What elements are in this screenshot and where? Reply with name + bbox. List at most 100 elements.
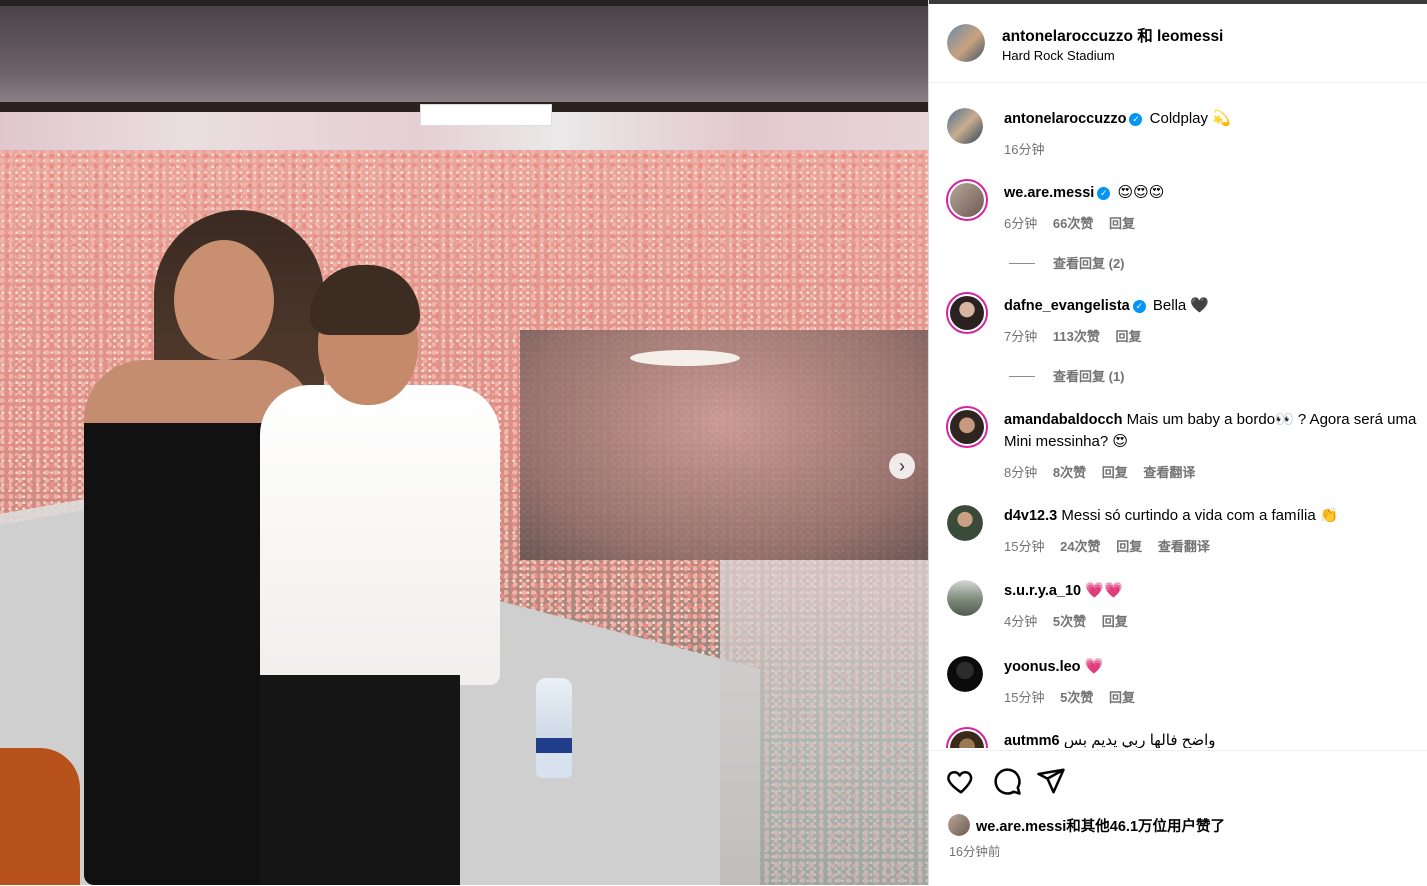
comment-meta: 7分钟 113次赞 回复 <box>1004 326 1153 345</box>
likes-rest[interactable]: 和其他46.1万位用户赞了 <box>1066 819 1225 835</box>
comments-list[interactable]: antonelaroccuzzo ✓ Coldplay 💫 16分钟 we.are… <box>929 82 1427 748</box>
view-replies-button[interactable]: 查看回复 (1) <box>1009 366 1125 385</box>
chevron-right-icon[interactable]: › <box>889 453 915 479</box>
post-panel: antonelaroccuzzo 和 leomessi Hard Rock St… <box>928 0 1427 885</box>
comment-likes[interactable]: 5次赞 <box>1053 614 1086 629</box>
stadium-stage <box>630 350 740 366</box>
stadium-roof <box>0 6 928 102</box>
caption-text: antonelaroccuzzo ✓ Coldplay 💫 <box>1004 108 1231 130</box>
comment-body: 💗 <box>1084 658 1104 675</box>
avatar-image <box>950 296 984 330</box>
comment-text: autmm6 واضح فالها ربي يديم بس <box>1004 730 1216 748</box>
comment-body: Bella 🖤 <box>1152 297 1210 314</box>
comment-username[interactable]: yoonus.leo <box>1004 659 1081 675</box>
avatar[interactable] <box>947 656 983 692</box>
comment-time: 4分钟 <box>1004 614 1038 629</box>
comment-time: 8分钟 <box>1004 465 1038 480</box>
man-hair <box>310 265 420 335</box>
reply-button[interactable]: 回复 <box>1116 539 1142 554</box>
post-header: antonelaroccuzzo 和 leomessi Hard Rock St… <box>929 4 1427 83</box>
avatar[interactable] <box>946 179 988 221</box>
post-time: 16分钟前 <box>949 845 1001 859</box>
avatar[interactable] <box>947 580 983 616</box>
reply-button[interactable]: 回复 <box>1109 690 1135 705</box>
comment-meta: 6分钟 66次赞 回复 <box>1004 213 1147 232</box>
post-authors[interactable]: antonelaroccuzzo 和 leomessi <box>1002 24 1223 46</box>
view-replies-label: 查看回复 (2) <box>1053 256 1125 271</box>
verified-icon: ✓ <box>1097 187 1111 200</box>
comment-time: 7分钟 <box>1004 329 1038 344</box>
comment-text: we.are.messi ✓ 😍😍😍 <box>1004 182 1164 204</box>
avatar-image <box>950 731 984 748</box>
avatar[interactable] <box>947 24 985 62</box>
avatar-image <box>950 410 984 444</box>
likes-summary[interactable]: we.are.messi和其他46.1万位用户赞了 <box>976 815 1225 836</box>
translate-button[interactable]: 查看翻译 <box>1158 539 1210 554</box>
post-photo[interactable]: › <box>0 0 928 885</box>
comment-meta: 15分钟 24次赞 回复 查看翻译 <box>1004 536 1222 555</box>
reply-button[interactable]: 回复 <box>1109 216 1135 231</box>
avatar[interactable] <box>946 292 988 334</box>
view-replies-button[interactable]: 查看回复 (2) <box>1009 253 1125 272</box>
avatar[interactable] <box>946 727 988 748</box>
comment-likes[interactable]: 5次赞 <box>1060 690 1093 705</box>
avatar-image <box>947 656 983 692</box>
comment-body: واضح فالها ربي يديم بس <box>1063 732 1216 748</box>
avatar-image <box>947 505 983 541</box>
comment-time: 15分钟 <box>1004 539 1045 554</box>
comment-username[interactable]: d4v12.3 <box>1004 508 1057 524</box>
avatar-image <box>947 580 983 616</box>
caption-username[interactable]: antonelaroccuzzo <box>1004 111 1126 127</box>
replies-dash <box>1009 376 1035 377</box>
comment-body: Messi só curtindo a vida com a família 👏 <box>1061 507 1339 524</box>
post-location[interactable]: Hard Rock Stadium <box>1002 48 1115 63</box>
comment-time: 15分钟 <box>1004 690 1045 705</box>
heart-icon[interactable] <box>946 766 976 796</box>
post-actions: we.are.messi和其他46.1万位用户赞了 16分钟前 <box>929 750 1427 886</box>
comment-text: amandabaldocch Mais um baby a bordo👀 ? A… <box>1004 409 1416 431</box>
comment-likes[interactable]: 24次赞 <box>1060 539 1100 554</box>
avatar-image <box>948 814 970 836</box>
avatar[interactable] <box>948 814 970 836</box>
verified-icon: ✓ <box>1129 113 1143 126</box>
reply-button[interactable]: 回复 <box>1102 614 1128 629</box>
comment-username[interactable]: s.u.r.y.a_10 <box>1004 583 1081 599</box>
likes-user[interactable]: we.are.messi <box>976 819 1066 835</box>
comment-username[interactable]: we.are.messi <box>1004 185 1094 201</box>
man-figure <box>240 265 500 885</box>
reply-button[interactable]: 回复 <box>1102 465 1128 480</box>
share-icon[interactable] <box>1036 766 1066 796</box>
replies-dash <box>1009 263 1035 264</box>
comment-time: 6分钟 <box>1004 216 1038 231</box>
avatar-image <box>947 108 983 144</box>
comment-username[interactable]: autmm6 <box>1004 733 1060 748</box>
comment-body: 💗💗 <box>1085 582 1123 599</box>
man-pants <box>260 675 460 885</box>
comment-icon[interactable] <box>992 766 1022 796</box>
stadium-field <box>520 330 928 560</box>
caption-body: Coldplay 💫 <box>1149 110 1231 127</box>
avatar[interactable] <box>947 108 983 144</box>
comment-username[interactable]: amandabaldocch <box>1004 412 1122 428</box>
verified-icon: ✓ <box>1132 300 1146 313</box>
avatar[interactable] <box>947 505 983 541</box>
comment-text: dafne_evangelista ✓ Bella 🖤 <box>1004 295 1209 317</box>
comment-meta: 15分钟 5次赞 回复 <box>1004 687 1147 706</box>
view-replies-label: 查看回复 (1) <box>1053 369 1125 384</box>
comment-likes[interactable]: 8次赞 <box>1053 465 1086 480</box>
comment-likes[interactable]: 66次赞 <box>1053 216 1093 231</box>
comment-text: yoonus.leo 💗 <box>1004 656 1103 678</box>
comment-body: Mais um baby a bordo👀 ? Agora será uma <box>1126 411 1417 428</box>
avatar[interactable] <box>946 406 988 448</box>
comment-text-continued: Mini messinha? 😍 <box>1004 433 1129 450</box>
comment-likes[interactable]: 113次赞 <box>1053 329 1100 344</box>
caption-meta: 16分钟 <box>1004 139 1056 158</box>
reply-button[interactable]: 回复 <box>1115 329 1141 344</box>
comment-meta: 4分钟 5次赞 回复 <box>1004 611 1140 630</box>
water-bottle <box>536 678 572 778</box>
translate-button[interactable]: 查看翻译 <box>1143 465 1195 480</box>
stadium-banner <box>420 104 552 126</box>
man-shirt <box>260 385 500 685</box>
comment-username[interactable]: dafne_evangelista <box>1004 298 1130 314</box>
avatar-image <box>947 24 985 62</box>
